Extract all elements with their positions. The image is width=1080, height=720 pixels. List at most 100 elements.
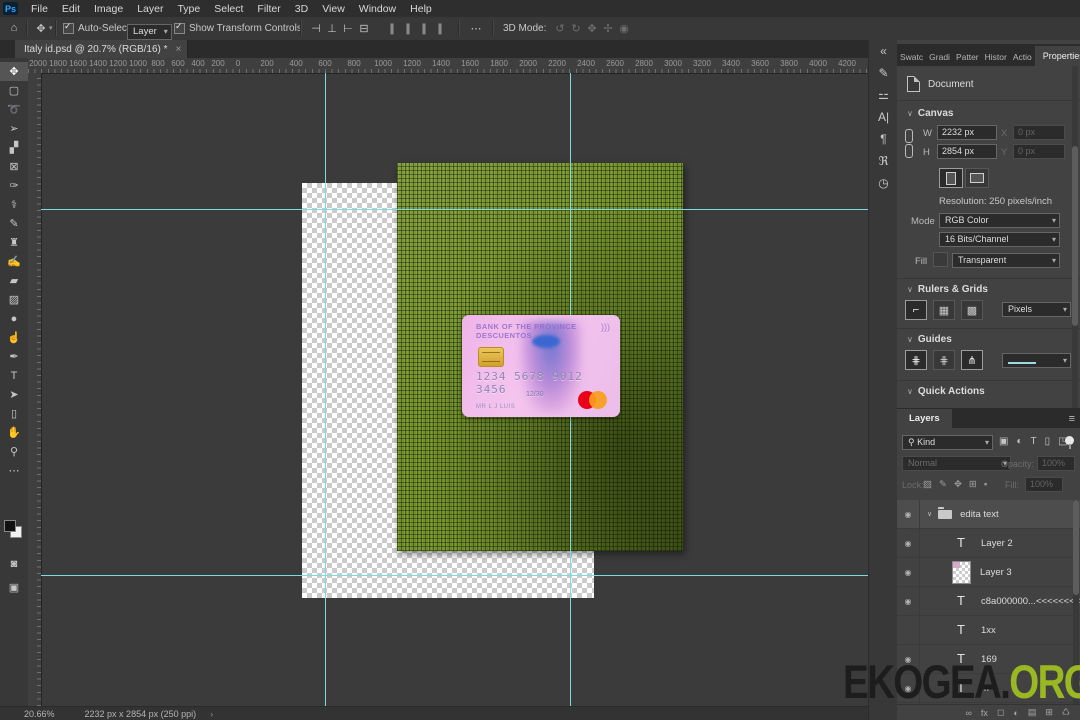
filter-toggle[interactable] (1065, 436, 1074, 449)
menu-item[interactable]: 3D (288, 1, 315, 17)
align-center-v-icon[interactable]: ⊟ (356, 22, 372, 35)
landscape-orientation-button[interactable] (965, 168, 989, 188)
align-right-icon[interactable]: ⊢ (340, 22, 356, 35)
tab-properties[interactable]: Properties (1034, 46, 1080, 66)
zoom-level[interactable]: 20.66% (24, 709, 55, 719)
type-tool[interactable]: T (0, 366, 28, 385)
color-mode-dropdown[interactable]: RGB Color (939, 213, 1060, 228)
edit-toolbar-icon[interactable]: ⋯ (0, 461, 28, 480)
canvas-fill-dropdown[interactable]: Transparent (952, 253, 1060, 268)
lock-paint-icon[interactable]: ✎ (939, 479, 947, 490)
ruler-units-dropdown[interactable]: Pixels (1002, 302, 1071, 317)
link-layers-icon[interactable]: ∞ (966, 708, 972, 718)
width-field[interactable]: 2232 px (937, 125, 997, 140)
glyphs-panel-icon[interactable]: ℜ (869, 150, 898, 172)
layer-name[interactable]: c8a000000...<<<<<<<<0 d (981, 596, 1080, 607)
collapse-panels-icon[interactable]: « (869, 40, 898, 62)
lock-move-icon[interactable]: ✥ (954, 479, 962, 490)
zoom-tool[interactable]: ⚲ (0, 442, 28, 461)
brush-tool[interactable]: ✎ (0, 214, 28, 233)
blur-tool[interactable]: ● (0, 309, 28, 328)
layer-row[interactable]: ∨ Layer 2 (897, 529, 1080, 558)
shape-tool[interactable]: ▯ (0, 404, 28, 423)
distribute-center-icon[interactable]: ∥ (400, 22, 416, 35)
smudge-tool[interactable]: ☝ (0, 328, 28, 347)
rulers-toggle-icon[interactable]: ⌐ (905, 300, 927, 320)
show-transform-checkbox[interactable] (174, 21, 185, 34)
horizontal-guide-1[interactable] (41, 209, 868, 210)
link-dimensions-icon[interactable] (905, 128, 913, 158)
layer-name[interactable]: edita text (960, 509, 999, 520)
adjustment-layer-icon[interactable]: ◐ (1013, 708, 1018, 718)
move-tool[interactable]: ✥ (0, 62, 28, 81)
panel-tab[interactable]: Patter (953, 48, 982, 66)
layer-row[interactable]: ∨ 1xx (897, 616, 1080, 645)
filter-adjustment-icon[interactable]: ◐ (1016, 436, 1022, 447)
frame-tool[interactable]: ⊠ (0, 157, 28, 176)
status-chevron-icon[interactable]: › (210, 709, 213, 719)
bit-depth-dropdown[interactable]: 16 Bits/Channel (939, 232, 1060, 247)
auto-select-target-dropdown[interactable]: Layer (127, 24, 172, 40)
clear-guides-icon[interactable]: ⋔ (961, 350, 983, 370)
grid-toggle-icon[interactable]: ▦ (933, 300, 955, 320)
object-selection-tool[interactable]: ➢ (0, 119, 28, 138)
move-tool-icon[interactable]: ✥ (33, 22, 49, 35)
menu-item[interactable]: Edit (55, 1, 87, 17)
filter-type-icon[interactable]: T (1031, 436, 1037, 447)
chevron-down-icon[interactable]: ▾ (49, 24, 53, 32)
group-disclosure-icon[interactable]: ∨ (927, 510, 932, 518)
panel-tab[interactable]: Swatc (897, 48, 926, 66)
quick-actions-section-header[interactable]: ∨ Quick Actions (907, 386, 985, 397)
history-brush-tool[interactable]: ✍ (0, 252, 28, 271)
panel-tab[interactable]: Actio (1010, 48, 1035, 66)
auto-select-checkbox[interactable] (63, 21, 74, 34)
clone-stamp-tool[interactable]: ♜ (0, 233, 28, 252)
brush-settings-icon[interactable]: ✎ (869, 62, 898, 84)
foreground-color-swatch[interactable] (4, 520, 16, 532)
eyedropper-tool[interactable]: ✑ (0, 176, 28, 195)
layer-name[interactable]: 1xx (981, 625, 996, 636)
vertical-guide-1[interactable] (325, 73, 326, 706)
visibility-toggle[interactable] (897, 587, 920, 615)
visibility-toggle[interactable] (897, 529, 920, 557)
credit-card-layer[interactable]: BANK OF THE PROVINCE DESCUENTOS ))) 1234… (462, 315, 620, 417)
layers-menu-icon[interactable]: ≡ (1069, 413, 1080, 428)
menu-item[interactable]: File (24, 1, 55, 17)
close-icon[interactable]: × (176, 44, 182, 55)
clone-source-icon[interactable]: ◷ (869, 172, 898, 194)
hand-tool[interactable]: ✋ (0, 423, 28, 442)
marquee-tool[interactable]: ▢ (0, 81, 28, 100)
rulers-grids-section-header[interactable]: ∨ Rulers & Grids (907, 284, 988, 295)
paragraph-panel-icon[interactable]: ¶ (869, 128, 898, 150)
properties-scrollbar[interactable] (1072, 66, 1078, 408)
align-left-icon[interactable]: ⊣ (308, 22, 324, 35)
filter-pixel-icon[interactable]: ▣ (999, 436, 1008, 447)
color-swatches[interactable] (4, 520, 24, 540)
path-selection-tool[interactable]: ➤ (0, 385, 28, 404)
layer-row[interactable]: ∨ edita text (897, 500, 1080, 529)
layer-row[interactable]: ∨ c8a000000...<<<<<<<<0 d (897, 587, 1080, 616)
pen-tool[interactable]: ✒ (0, 347, 28, 366)
lock-artboard-icon[interactable]: ⊞ (969, 479, 977, 490)
height-field[interactable]: 2854 px (937, 144, 997, 159)
layer-name[interactable]: Layer 2 (981, 538, 1013, 549)
menu-item[interactable]: Filter (250, 1, 287, 17)
more-options-icon[interactable]: ⋯ (468, 22, 484, 35)
menu-item[interactable]: Window (352, 1, 403, 17)
document-tab[interactable]: Italy id.psd @ 20.7% (RGB/16) * × (15, 40, 189, 58)
guide-style-dropdown[interactable] (1002, 353, 1071, 368)
lock-transparency-icon[interactable]: ▨ (923, 479, 932, 490)
tool-presets-icon[interactable]: ⚍ (869, 84, 898, 106)
layer-filter-dropdown[interactable]: ⚲ Kind (902, 435, 993, 450)
snap-toggle-icon[interactable]: ▩ (961, 300, 983, 320)
left-ruler[interactable] (28, 73, 42, 706)
fill-swatch[interactable] (933, 252, 948, 267)
guides-section-header[interactable]: ∨ Guides (907, 334, 952, 345)
visibility-toggle[interactable] (897, 500, 920, 528)
panel-tab[interactable]: Histor (982, 48, 1010, 66)
quick-mask-button[interactable]: ◙ (0, 554, 28, 573)
screen-mode-button[interactable]: ▣ (0, 578, 28, 597)
gradient-tool[interactable]: ▨ (0, 290, 28, 309)
home-icon[interactable]: ⌂ (6, 22, 22, 34)
top-ruler[interactable]: 2000 1800 1600 1400 1200 1000 800 600 400 200 0 200… (28, 58, 868, 74)
